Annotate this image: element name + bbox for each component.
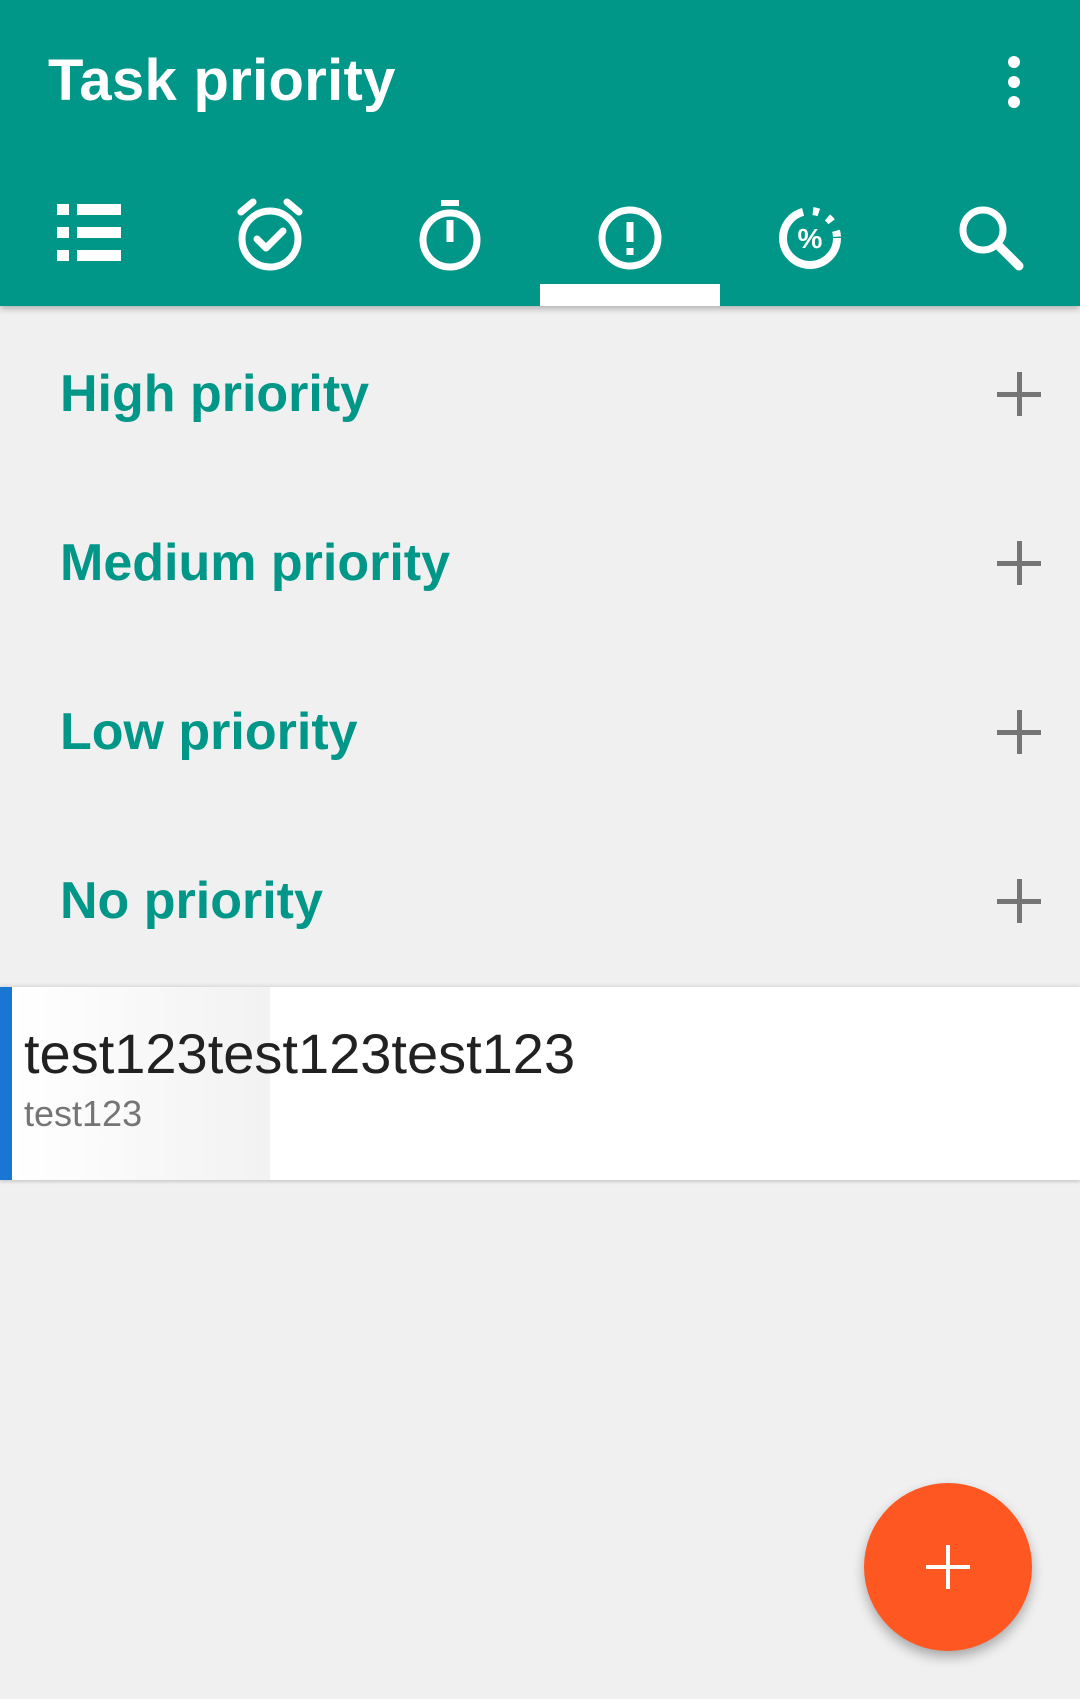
progress-percent-icon: % xyxy=(779,207,841,269)
group-label: High priority xyxy=(60,364,370,423)
tab-list[interactable] xyxy=(0,180,180,306)
page-title: Task priority xyxy=(48,48,396,113)
group-label: No priority xyxy=(60,871,323,930)
task-subtitle: test123 xyxy=(24,1093,143,1134)
tab-search[interactable] xyxy=(900,180,1080,306)
plus-icon[interactable] xyxy=(997,879,1041,923)
add-task-fab[interactable] xyxy=(864,1483,1032,1651)
tab-bar: % xyxy=(0,180,1080,306)
group-label: Medium priority xyxy=(60,533,451,592)
group-high-priority[interactable]: High priority xyxy=(0,309,1080,478)
alarm-check-icon xyxy=(237,198,303,271)
priority-alert-icon xyxy=(598,206,662,270)
tab-timer[interactable] xyxy=(360,180,540,306)
plus-icon[interactable] xyxy=(997,372,1041,416)
tab-priority[interactable] xyxy=(540,180,720,306)
task-list-item[interactable]: test123test123test123 test123 xyxy=(0,987,1080,1180)
group-medium-priority[interactable]: Medium priority xyxy=(0,478,1080,647)
search-icon xyxy=(959,206,1024,271)
tab-progress[interactable]: % xyxy=(720,180,900,306)
task-title: test123test123test123 xyxy=(24,1022,576,1085)
tab-reminders[interactable] xyxy=(180,180,360,306)
list-icon xyxy=(57,204,121,261)
tab-selected-indicator xyxy=(540,284,720,306)
timer-icon xyxy=(419,200,481,271)
group-no-priority[interactable]: No priority xyxy=(0,816,1080,985)
group-label: Low priority xyxy=(60,702,358,761)
app-bar: Task priority % xyxy=(0,0,1080,306)
plus-icon[interactable] xyxy=(997,541,1041,585)
more-vert-icon[interactable] xyxy=(990,50,1038,114)
group-low-priority[interactable]: Low priority xyxy=(0,647,1080,816)
plus-icon[interactable] xyxy=(997,710,1041,754)
task-color-indicator xyxy=(0,987,12,1180)
svg-text:%: % xyxy=(798,223,823,254)
